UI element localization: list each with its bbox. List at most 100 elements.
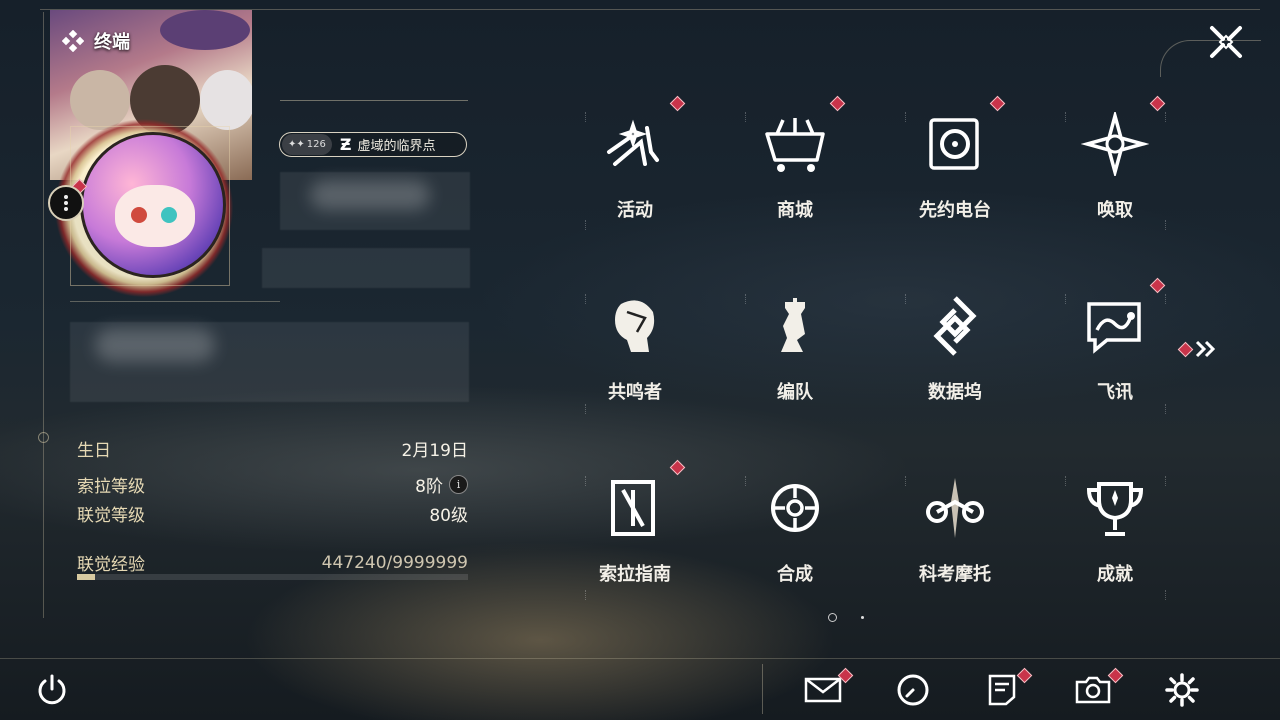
summon-compass-icon — [1081, 110, 1149, 178]
menu-item-label: 共鸣者 — [608, 382, 662, 403]
menu-item-badge — [829, 95, 846, 112]
exp-progress-bar — [77, 574, 468, 580]
menu-item-radio[interactable]: 先约电台 — [895, 95, 1015, 260]
radio-icon — [921, 110, 989, 178]
menu-item-label: 索拉指南 — [599, 564, 671, 585]
mail-icon — [804, 677, 842, 703]
resonator-icon — [601, 292, 669, 360]
menu-item-label: 编队 — [777, 382, 813, 403]
stat-value: 2月19日 — [401, 441, 468, 461]
data-dock-icon — [921, 292, 989, 360]
grid-decoration — [1165, 220, 1167, 230]
grid-decoration — [905, 112, 907, 122]
stat-label: 索拉等级 — [77, 477, 145, 497]
next-page-button[interactable] — [1177, 340, 1217, 358]
page-indicator-active[interactable] — [828, 613, 837, 622]
menu-item-trophy[interactable]: 成就 — [1055, 464, 1175, 624]
message-icon — [1081, 292, 1149, 360]
synthesis-icon — [761, 474, 829, 542]
grid-decoration — [585, 220, 587, 230]
menu-item-label: 飞讯 — [1097, 382, 1133, 403]
close-icon — [1210, 26, 1242, 58]
stat-row-union-exp: 联觉经验 447240/9999999 — [77, 550, 468, 576]
stat-row-birthday: 生日 2月19日 — [77, 436, 468, 461]
grid-decoration — [585, 112, 587, 122]
next-page-badge — [1177, 341, 1194, 357]
diamond-cluster-icon — [62, 30, 84, 52]
sparkle-icon: ✦✦ — [288, 139, 305, 150]
profile-divider-mid — [70, 301, 280, 302]
menu-item-label: 活动 — [617, 200, 653, 221]
power-button[interactable] — [32, 670, 72, 710]
blurred-uid-box — [262, 248, 470, 288]
title-emblem-icon: Ƶ — [339, 135, 352, 154]
terminal-title: 终端 — [62, 28, 130, 54]
settings-button[interactable] — [1162, 670, 1202, 710]
menu-item-label: 成就 — [1097, 564, 1133, 585]
close-button[interactable] — [1206, 22, 1246, 62]
title-badge-count: 126 — [306, 139, 326, 150]
menu-item-motorbike[interactable]: 科考摩托 — [895, 464, 1015, 624]
grid-decoration — [745, 476, 747, 486]
camera-icon — [1075, 676, 1111, 704]
frame-left-ornament — [38, 432, 49, 443]
trophy-icon — [1081, 474, 1149, 542]
grid-decoration — [1165, 294, 1167, 304]
menu-item-badge — [1149, 95, 1166, 112]
menu-item-badge — [669, 95, 686, 112]
grid-decoration — [1165, 476, 1167, 486]
clock-icon — [897, 674, 929, 706]
menu-item-label: 科考摩托 — [919, 564, 991, 585]
grid-decoration — [1065, 112, 1067, 122]
menu-item-activity[interactable]: 活动 — [575, 95, 695, 260]
blurred-signature-glow — [95, 328, 215, 362]
menu-item-label: 数据坞 — [928, 382, 982, 403]
grid-decoration — [745, 112, 747, 122]
power-icon — [38, 674, 66, 705]
menu-item-summon-compass[interactable]: 唤取 — [1055, 95, 1175, 260]
menu-item-team-chess[interactable]: 编队 — [735, 282, 855, 442]
frame-left-line — [43, 12, 44, 618]
avatar-frame — [70, 126, 230, 286]
bottom-bar-line — [0, 658, 1280, 659]
page-indicator[interactable] — [861, 616, 864, 619]
stat-row-sola-level: 索拉等级 8阶 i — [77, 472, 468, 497]
mail-button[interactable] — [803, 670, 843, 710]
exp-progress-fill — [77, 574, 95, 580]
camera-button[interactable] — [1073, 670, 1113, 710]
grid-decoration — [1165, 590, 1167, 600]
more-options-button[interactable] — [48, 185, 84, 221]
grid-decoration — [745, 294, 747, 304]
title-badge-count-chip: ✦✦ 126 — [282, 134, 332, 155]
exp-label: 联觉经验 — [77, 555, 145, 575]
menu-item-resonator[interactable]: 共鸣者 — [575, 282, 695, 442]
menu-item-label: 合成 — [777, 564, 813, 585]
motorbike-icon — [921, 474, 989, 542]
menu-item-badge — [669, 459, 686, 476]
grid-decoration — [905, 476, 907, 486]
grid-decoration — [585, 404, 587, 414]
terminal-label: 终端 — [94, 32, 130, 53]
grid-decoration — [585, 476, 587, 486]
grid-decoration — [1065, 476, 1067, 486]
notes-button[interactable] — [982, 670, 1022, 710]
menu-item-message[interactable]: 飞讯 — [1055, 277, 1175, 442]
menu-item-badge — [989, 95, 1006, 112]
menu-item-guide[interactable]: 索拉指南 — [575, 459, 695, 624]
grid-decoration — [1065, 294, 1067, 304]
title-text: 虚域的临界点 — [357, 139, 436, 154]
team-chess-icon — [761, 292, 829, 360]
exp-value: 447240/9999999 — [321, 552, 468, 573]
menu-item-data-dock[interactable]: 数据坞 — [895, 282, 1015, 442]
grid-decoration — [1165, 404, 1167, 414]
info-icon[interactable]: i — [449, 475, 468, 494]
title-badge[interactable]: ✦✦ 126 Ƶ 虚域的临界点 — [279, 132, 467, 157]
gear-icon — [1165, 673, 1199, 707]
menu-item-label: 唤取 — [1097, 200, 1133, 221]
history-button[interactable] — [893, 670, 933, 710]
menu-item-shop-cart[interactable]: 商城 — [735, 95, 855, 260]
grid-decoration — [1165, 112, 1167, 122]
activity-icon — [601, 110, 669, 178]
menu-item-synthesis[interactable]: 合成 — [735, 464, 855, 624]
shop-cart-icon — [761, 110, 829, 178]
